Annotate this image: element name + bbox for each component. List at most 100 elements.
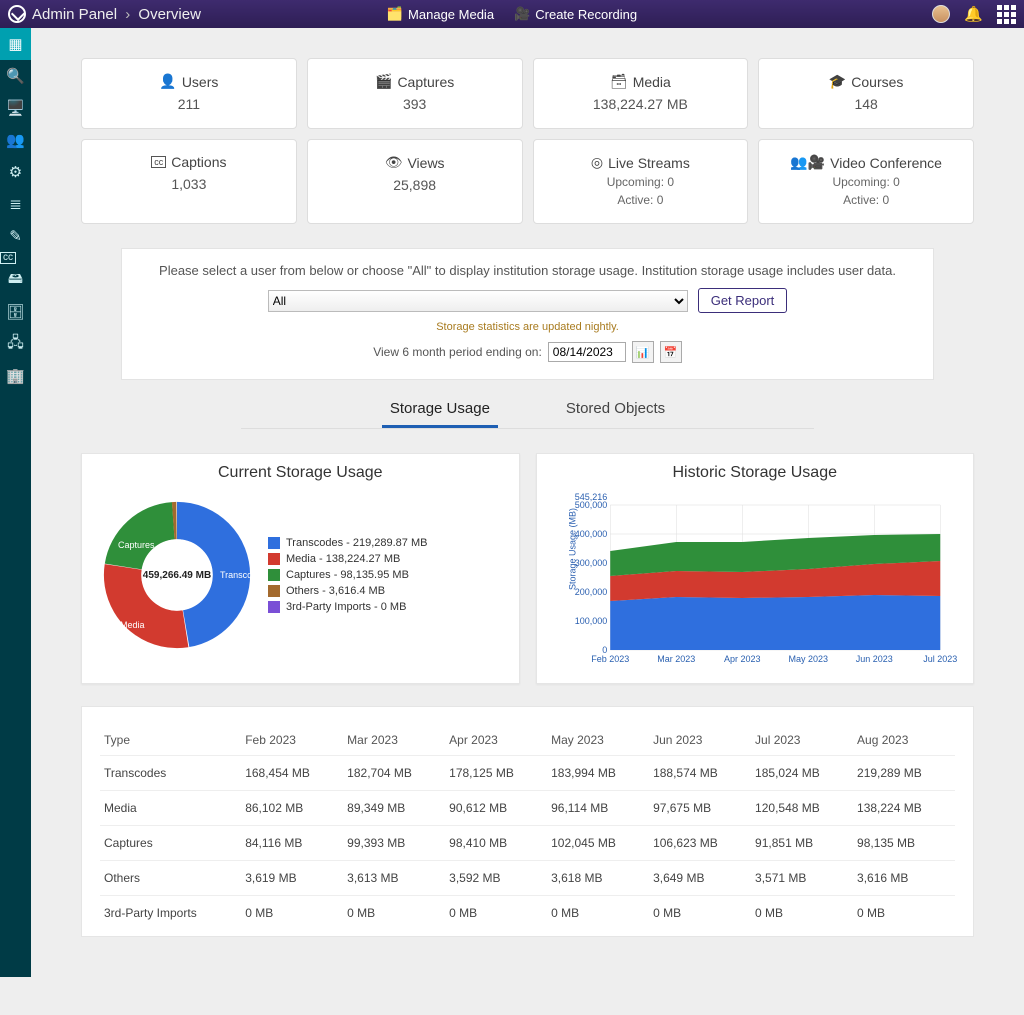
table-row: Captures84,116 MB99,393 MB98,410 MB102,0… [100, 826, 955, 861]
card-live-upcoming: Upcoming: 0 [542, 175, 740, 189]
period-date-input[interactable] [548, 342, 626, 362]
captions-icon: cc [151, 156, 166, 168]
date-chart-icon[interactable]: 📊 [632, 341, 654, 363]
filter-help-text: Please select a user from below or choos… [142, 263, 913, 278]
create-recording-link[interactable]: 🎥 Create Recording [514, 6, 637, 22]
filter-note: Storage statistics are updated nightly. [142, 321, 913, 333]
tab-stored-objects[interactable]: Stored Objects [558, 394, 673, 428]
donut-seg-media: Media [120, 620, 145, 630]
table-header: Jun 2023 [649, 725, 751, 756]
breadcrumb: Admin Panel › Overview [32, 6, 201, 23]
live-icon: ◎ [591, 154, 603, 171]
brand-logo-icon [8, 5, 26, 23]
donut-legend: Transcodes - 219,289.87 MB Media - 138,2… [268, 533, 427, 617]
sidebar-item-settings[interactable]: ⚙ [0, 156, 31, 188]
table-row: Transcodes168,454 MB182,704 MB178,125 MB… [100, 756, 955, 791]
card-video-conference[interactable]: 👥🎥Video Conference Upcoming: 0 Active: 0 [758, 139, 974, 224]
card-captures-value: 393 [316, 96, 514, 112]
tab-storage-usage[interactable]: Storage Usage [382, 394, 498, 428]
record-icon: 🎥 [514, 6, 530, 22]
svg-text:Mar 2023: Mar 2023 [657, 654, 695, 664]
donut-chart: 459,266.49 MB Transcodes Media Captures [92, 490, 262, 660]
table-header: Mar 2023 [343, 725, 445, 756]
card-vc-active: Active: 0 [767, 193, 965, 207]
sidebar-item-paint[interactable]: ✎ [0, 220, 31, 252]
breadcrumb-sep-icon: › [125, 6, 130, 23]
main-content: 👤Users 211 🎬Captures 393 🗃Media 138,224.… [31, 28, 1024, 977]
donut-seg-transcodes: Transcodes [220, 570, 267, 580]
storage-table: TypeFeb 2023Mar 2023Apr 2023May 2023Jun … [100, 725, 955, 930]
media-library-icon: 🗂️ [387, 6, 403, 22]
storage-tabs: Storage Usage Stored Objects [241, 394, 814, 429]
card-captions[interactable]: ccCaptions 1,033 [81, 139, 297, 224]
svg-text:400,000: 400,000 [574, 529, 607, 539]
top-bar: Admin Panel › Overview 🗂️ Manage Media 🎥… [0, 0, 1024, 28]
card-captures[interactable]: 🎬Captures 393 [307, 58, 523, 129]
table-header: Jul 2023 [751, 725, 853, 756]
svg-text:500,000: 500,000 [574, 500, 607, 510]
apps-grid-icon[interactable] [997, 5, 1016, 24]
sidebar-item-archive[interactable]: 🗄 [0, 296, 31, 328]
storage-table-panel: TypeFeb 2023Mar 2023Apr 2023May 2023Jun … [81, 706, 974, 937]
sidebar-item-storage[interactable]: 🖴 [0, 264, 31, 296]
sidebar-item-building[interactable]: 🏢 [0, 360, 31, 392]
media-icon: 🗃 [610, 73, 628, 90]
sidebar: ▦ 🔍 🖥️ 👥 ⚙ ≣ ✎ cc 🖴 🗄 🖧 🏢 [0, 28, 31, 977]
breadcrumb-root[interactable]: Admin Panel [32, 6, 117, 23]
user-select[interactable]: All [268, 290, 688, 312]
card-courses[interactable]: 🎓Courses 148 [758, 58, 974, 129]
card-users-value: 211 [90, 96, 288, 112]
manage-media-label: Manage Media [408, 7, 494, 22]
sidebar-item-captions[interactable]: cc [0, 252, 16, 264]
notifications-icon[interactable]: 🔔 [964, 5, 983, 23]
table-header: May 2023 [547, 725, 649, 756]
avatar[interactable] [932, 5, 950, 23]
table-header: Apr 2023 [445, 725, 547, 756]
card-courses-value: 148 [767, 96, 965, 112]
sidebar-item-monitor[interactable]: 🖥️ [0, 92, 31, 124]
table-header: Feb 2023 [241, 725, 343, 756]
card-views[interactable]: 👁Views 25,898 [307, 139, 523, 224]
sidebar-item-dashboard[interactable]: ▦ [0, 28, 31, 60]
svg-text:May 2023: May 2023 [788, 654, 828, 664]
svg-text:Feb 2023: Feb 2023 [591, 654, 629, 664]
calendar-icon[interactable]: 📅 [660, 341, 682, 363]
create-recording-label: Create Recording [535, 7, 637, 22]
sidebar-item-search[interactable]: 🔍 [0, 60, 31, 92]
svg-text:Jun 2023: Jun 2023 [855, 654, 892, 664]
svg-text:200,000: 200,000 [574, 587, 607, 597]
report-filter-box: Please select a user from below or choos… [121, 248, 934, 380]
card-vc-upcoming: Upcoming: 0 [767, 175, 965, 189]
sidebar-item-users[interactable]: 👥 [0, 124, 31, 156]
donut-title: Current Storage Usage [92, 464, 509, 482]
table-header: Type [100, 725, 241, 756]
courses-icon: 🎓 [829, 73, 846, 90]
card-live-active: Active: 0 [542, 193, 740, 207]
card-users[interactable]: 👤Users 211 [81, 58, 297, 129]
get-report-button[interactable]: Get Report [698, 288, 788, 313]
manage-media-link[interactable]: 🗂️ Manage Media [387, 6, 494, 22]
card-live-streams[interactable]: ◎Live Streams Upcoming: 0 Active: 0 [533, 139, 749, 224]
table-header: Aug 2023 [853, 725, 955, 756]
donut-seg-captures: Captures [118, 540, 155, 550]
sidebar-item-library[interactable]: ≣ [0, 188, 31, 220]
period-label: View 6 month period ending on: [373, 345, 542, 359]
panel-historic-storage: Historic Storage Usage Storage Usage (MB… [536, 453, 975, 684]
card-views-value: 25,898 [316, 177, 514, 193]
card-media[interactable]: 🗃Media 138,224.27 MB [533, 58, 749, 129]
breadcrumb-page: Overview [138, 6, 201, 23]
table-row: Others3,619 MB3,613 MB3,592 MB3,618 MB3,… [100, 861, 955, 896]
panel-current-storage: Current Storage Usage 459,266.49 MB Tran [81, 453, 520, 684]
svg-text:100,000: 100,000 [574, 616, 607, 626]
users-icon: 👤 [159, 73, 176, 90]
captures-icon: 🎬 [375, 73, 392, 90]
card-captions-value: 1,033 [90, 176, 288, 192]
vc-icon: 👥🎥 [790, 154, 825, 171]
card-media-value: 138,224.27 MB [542, 96, 740, 112]
area-title: Historic Storage Usage [547, 464, 964, 482]
area-chart: Storage Usage (MB) [547, 490, 964, 670]
svg-text:Storage Usage (MB): Storage Usage (MB) [567, 508, 577, 590]
svg-text:Apr 2023: Apr 2023 [723, 654, 760, 664]
views-icon: 👁 [385, 154, 403, 171]
sidebar-item-devices[interactable]: 🖧 [0, 328, 31, 360]
